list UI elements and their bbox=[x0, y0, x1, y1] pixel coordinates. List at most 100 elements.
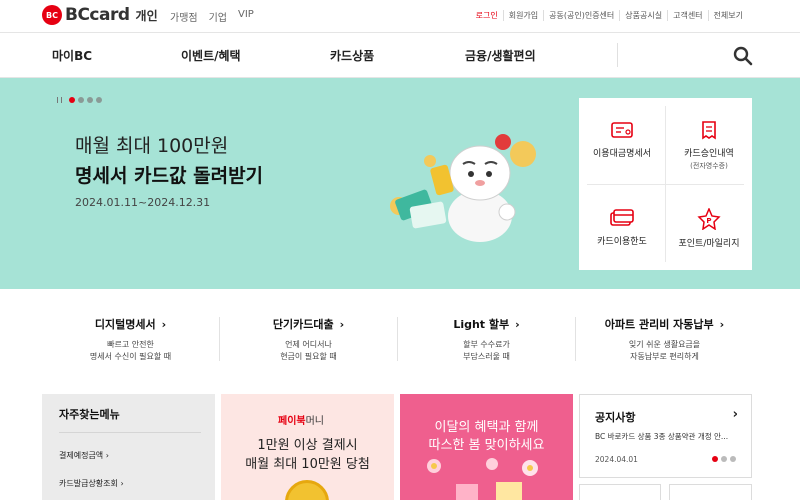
pager-dot[interactable] bbox=[721, 456, 727, 462]
receipt-icon bbox=[702, 121, 716, 140]
quick-menu-label: 이용대금명세서 bbox=[593, 149, 651, 159]
promo-headline: 1만원 이상 결제시 bbox=[257, 438, 358, 453]
page: BC BCcard 개인 가맹점 기업 VIP 로그인 회원가입 공동(공인)인… bbox=[0, 0, 800, 500]
pause-icon[interactable] bbox=[57, 97, 62, 103]
favorite-item-label: 결제예정금액 bbox=[59, 451, 104, 460]
service-desc: 잊기 쉬운 생활요금을 bbox=[628, 340, 701, 349]
service-desc: 언제 어디서나 bbox=[285, 340, 332, 349]
promo-monthly-benefits-banner[interactable]: 이달의 혜택과 함께 따스한 봄 맞이하세요 bbox=[400, 394, 573, 500]
chevron-right-icon: › bbox=[161, 318, 167, 331]
bccard-logo[interactable]: BC BCcard 개인 bbox=[42, 5, 158, 25]
promo-subheadline: 따스한 봄 맞이하세요 bbox=[428, 438, 545, 453]
top-utility-bar: BC BCcard 개인 가맹점 기업 VIP 로그인 회원가입 공동(공인)인… bbox=[0, 0, 800, 32]
quick-menu-label: 포인트/마일리지 bbox=[678, 239, 740, 249]
chevron-right-icon[interactable]: › bbox=[733, 407, 738, 422]
segment-link-business[interactable]: 기업 bbox=[209, 9, 227, 24]
promo-headline: 이달의 혜택과 함께 bbox=[434, 420, 539, 435]
notice-item-date: 2024.04.01 bbox=[595, 455, 638, 464]
service-title: Light 할부 bbox=[453, 318, 510, 331]
logo-text: BCcard bbox=[65, 5, 130, 25]
quick-menu-approvals[interactable]: 카드승인내역 (전자영수증) bbox=[666, 120, 752, 206]
chevron-right-icon: › bbox=[719, 318, 725, 331]
service-shortcuts: 디지털명세서 › 빠르고 안전한명세서 수신이 필요할 때 단기카드대출 › 언제 … bbox=[42, 289, 752, 373]
quick-menu-label: 카드승인내역 bbox=[684, 149, 734, 159]
search-button[interactable] bbox=[732, 45, 754, 67]
divider bbox=[59, 432, 201, 433]
promo-brand: 페이북머니 bbox=[278, 412, 324, 427]
chevron-right-icon: › bbox=[105, 451, 109, 460]
favorite-menu-title: 자주찾는메뉴 bbox=[59, 408, 120, 421]
service-apartment-autopay[interactable]: 아파트 관리비 자동납부 › 잊기 쉬운 생활요금을자동납부로 편리하게 bbox=[576, 289, 753, 373]
pager-dot[interactable] bbox=[87, 97, 93, 103]
favorite-item-payment-due[interactable]: 결제예정금액 › bbox=[59, 450, 109, 461]
favorite-item-label: 카드발급상황조회 bbox=[59, 479, 118, 488]
card-limit-icon bbox=[610, 209, 634, 226]
pager-dot[interactable] bbox=[712, 456, 718, 462]
pager-dot[interactable] bbox=[730, 456, 736, 462]
quick-menu-sublabel: (전자영수증) bbox=[690, 162, 728, 170]
bottom-card[interactable] bbox=[579, 484, 661, 500]
favorite-menu-panel: 자주찾는메뉴 결제예정금액 › 카드발급상황조회 › bbox=[42, 394, 215, 500]
hero-banner[interactable]: 매월 최대 100만원 명세서 카드값 돌려받기 2024.01.11~2024… bbox=[0, 78, 800, 289]
bottom-card[interactable] bbox=[669, 484, 752, 500]
nav-item-events[interactable]: 이벤트/혜택 bbox=[181, 47, 241, 64]
service-desc: 부담스러울 때 bbox=[463, 352, 510, 361]
notice-panel[interactable]: 공지사항 › BC 바로카드 상품 3종 상품약관 개정 안... 2024.0… bbox=[579, 394, 752, 478]
utility-links: 로그인 회원가입 공동(공인)인증센터 상품공시실 고객센터 전체보기 bbox=[471, 10, 748, 21]
service-short-loan[interactable]: 단기카드대출 › 언제 어디서나 현금이 필요할 때 bbox=[220, 289, 397, 373]
nav-item-mybc[interactable]: 마이BC bbox=[52, 47, 92, 64]
coin-illustration bbox=[285, 480, 329, 500]
hero-period: 2024.01.11~2024.12.31 bbox=[75, 196, 211, 209]
paybook-logo-text: 페이북 bbox=[278, 416, 306, 427]
chevron-right-icon: › bbox=[515, 318, 520, 331]
logo-mark: BC bbox=[42, 5, 62, 25]
chevron-right-icon: › bbox=[120, 479, 124, 488]
quick-menu-points[interactable]: P 포인트/마일리지 bbox=[666, 208, 752, 294]
service-title: 디지털명세서 bbox=[94, 318, 156, 331]
hero-headline: 매월 최대 100만원 bbox=[75, 135, 229, 157]
flower-gift-illustration bbox=[427, 458, 538, 500]
hero-subheadline: 명세서 카드값 돌려받기 bbox=[75, 165, 264, 187]
service-desc: 명세서 수신이 필요할 때 bbox=[89, 352, 172, 361]
sitemap-link[interactable]: 전체보기 bbox=[707, 10, 748, 21]
segment-link-merchant[interactable]: 가맹점 bbox=[170, 9, 198, 24]
logo-personal-label: 개인 bbox=[135, 8, 158, 23]
svg-text:P: P bbox=[706, 217, 711, 225]
statement-icon bbox=[611, 122, 633, 138]
nav-item-finance[interactable]: 금융/생활편의 bbox=[465, 47, 536, 64]
notice-title: 공지사항 bbox=[595, 411, 636, 424]
tiger-mascot-illustration bbox=[390, 134, 536, 242]
service-desc: 할부 수수료가 bbox=[463, 340, 510, 349]
quick-menu-label: 카드이용한도 bbox=[597, 237, 647, 247]
service-light-installment[interactable]: Light 할부 › 할부 수수료가부담스러울 때 bbox=[398, 289, 575, 373]
point-icon: P bbox=[697, 208, 721, 230]
segment-link-vip[interactable]: VIP bbox=[238, 9, 254, 24]
hero-pager bbox=[57, 97, 102, 103]
service-title: 단기카드대출 bbox=[272, 318, 334, 331]
notice-pager bbox=[712, 456, 736, 462]
quick-menu-card-limit[interactable]: 카드이용한도 bbox=[579, 208, 665, 294]
service-desc: 자동납부로 편리하게 bbox=[630, 352, 699, 361]
promo-paybook-banner[interactable]: 페이북머니 1만원 이상 결제시 매월 최대 10만원 당첨 bbox=[221, 394, 394, 500]
chevron-right-icon: › bbox=[339, 318, 345, 331]
service-digital-statement[interactable]: 디지털명세서 › 빠르고 안전한명세서 수신이 필요할 때 bbox=[42, 289, 219, 373]
segment-links: 가맹점 기업 VIP bbox=[170, 9, 254, 24]
nav-divider bbox=[617, 43, 618, 67]
service-desc: 빠르고 안전한 bbox=[107, 340, 154, 349]
product-disclosure-link[interactable]: 상품공시실 bbox=[619, 10, 667, 21]
pager-dot[interactable] bbox=[78, 97, 84, 103]
signup-link[interactable]: 회원가입 bbox=[502, 10, 543, 21]
notice-item-text[interactable]: BC 바로카드 상품 3종 상품약관 개정 안... bbox=[595, 431, 741, 442]
favorite-item-card-issue-status[interactable]: 카드발급상황조회 › bbox=[59, 478, 124, 489]
quick-menu-statement[interactable]: 이용대금명세서 bbox=[579, 120, 665, 206]
login-link[interactable]: 로그인 bbox=[471, 10, 503, 21]
search-icon bbox=[733, 46, 753, 66]
nav-item-card-products[interactable]: 카드상품 bbox=[330, 47, 374, 64]
pager-dot[interactable] bbox=[96, 97, 102, 103]
service-title: 아파트 관리비 자동납부 bbox=[604, 318, 714, 331]
customer-center-link[interactable]: 고객센터 bbox=[667, 10, 707, 21]
pager-dot[interactable] bbox=[69, 97, 75, 103]
quick-menu-panel: 이용대금명세서 카드승인내역 (전자영수증) 카드이용한도 P 포인트/마일리지 bbox=[579, 98, 752, 270]
main-nav: 마이BC 이벤트/혜택 카드상품 금융/생활편의 bbox=[0, 32, 800, 78]
certificate-center-link[interactable]: 공동(공인)인증센터 bbox=[543, 10, 619, 21]
